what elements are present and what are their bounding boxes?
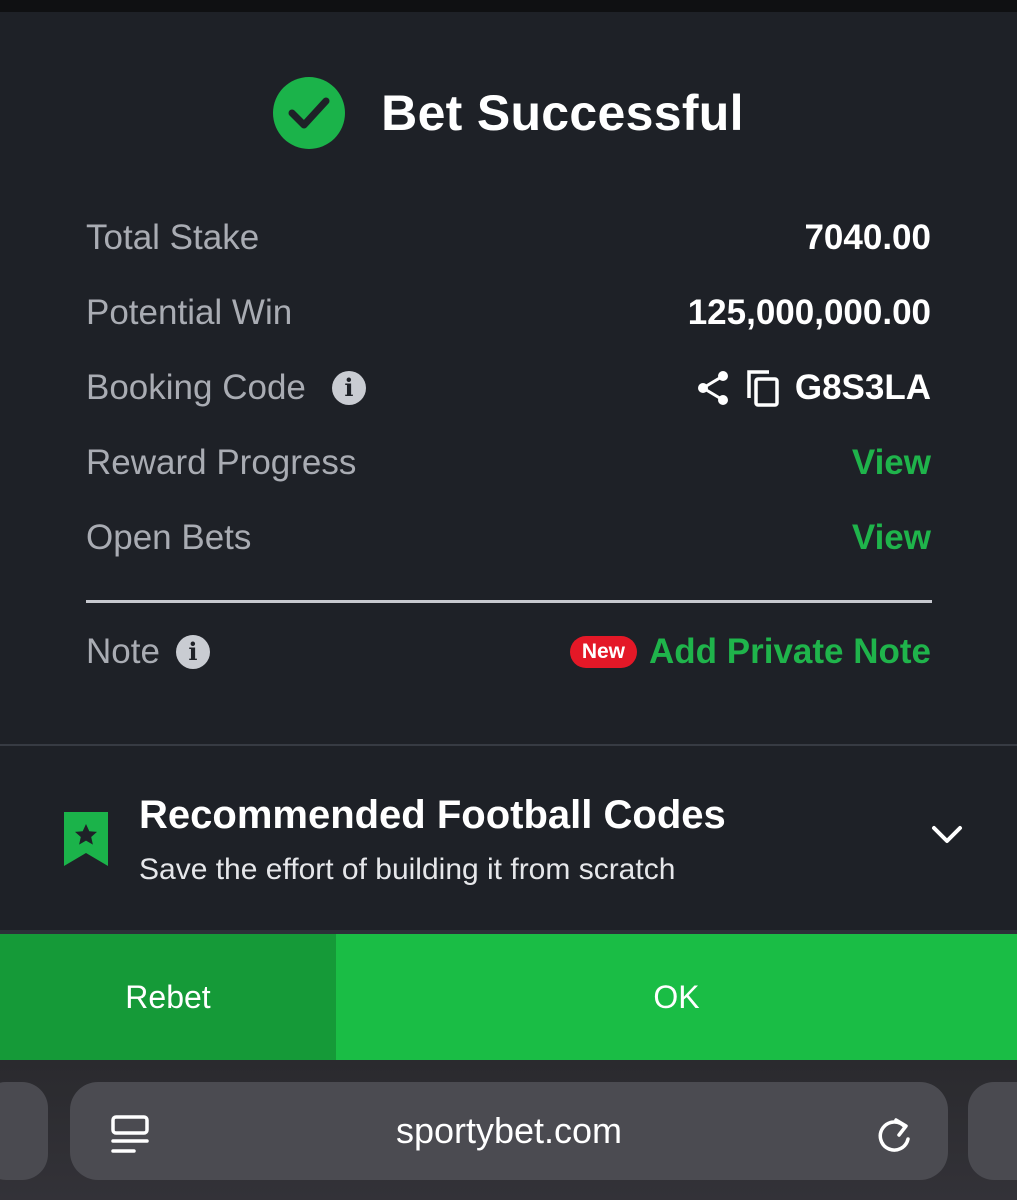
- divider: [86, 600, 932, 603]
- share-icon[interactable]: [695, 369, 731, 407]
- dialog-header: Bet Successful: [0, 77, 1017, 149]
- previous-tab[interactable]: [0, 1082, 48, 1180]
- check-icon: [273, 77, 346, 149]
- recommended-subtitle: Save the effort of building it from scra…: [139, 853, 676, 886]
- new-badge: New: [569, 635, 637, 668]
- booking-code-value-wrap: G8S3LA: [695, 368, 931, 408]
- recommended-title: Recommended Football Codes: [139, 793, 726, 837]
- status-strip: [0, 0, 1017, 12]
- open-bets-view-link[interactable]: View: [852, 518, 931, 558]
- info-icon[interactable]: i: [331, 370, 366, 405]
- copy-icon[interactable]: [745, 368, 781, 408]
- total-stake-row: Total Stake 7040.00: [86, 200, 931, 275]
- next-tab[interactable]: [968, 1082, 1017, 1180]
- reward-progress-label: Reward Progress: [86, 442, 357, 482]
- dialog-title: Bet Successful: [381, 85, 744, 141]
- note-label: Note: [86, 631, 160, 671]
- booking-code-row: Booking Code i G8S3LA: [86, 350, 931, 425]
- total-stake-label: Total Stake: [86, 217, 260, 257]
- reward-progress-view-link[interactable]: View: [852, 443, 931, 483]
- reward-progress-row: Reward Progress View: [86, 425, 931, 500]
- note-info-icon[interactable]: i: [175, 634, 210, 669]
- booking-code-value[interactable]: G8S3LA: [795, 368, 931, 408]
- recommended-codes-panel[interactable]: Recommended Football Codes Save the effo…: [0, 746, 1017, 932]
- ok-button[interactable]: OK: [336, 934, 1017, 1060]
- bookmark-star-icon: [64, 812, 108, 866]
- booking-code-label-wrap: Booking Code i: [86, 368, 366, 408]
- open-bets-label: Open Bets: [86, 517, 252, 557]
- total-stake-value: 7040.00: [804, 217, 931, 257]
- open-bets-row: Open Bets View: [86, 500, 931, 575]
- add-note-wrap: New Add Private Note: [569, 632, 931, 672]
- potential-win-label: Potential Win: [86, 292, 293, 332]
- potential-win-value: 125,000,000.00: [687, 292, 931, 332]
- add-private-note-link[interactable]: Add Private Note: [649, 632, 931, 672]
- potential-win-row: Potential Win 125,000,000.00: [86, 275, 931, 350]
- booking-code-label: Booking Code: [86, 367, 306, 407]
- chevron-down-icon[interactable]: [930, 824, 964, 846]
- address-bar[interactable]: sportybet.com: [70, 1082, 948, 1180]
- reload-icon[interactable]: [874, 1114, 914, 1156]
- note-row: Note i New Add Private Note: [86, 614, 931, 689]
- rebet-button[interactable]: Rebet: [0, 934, 336, 1060]
- browser-bar: sportybet.com: [0, 1060, 1017, 1200]
- url-text[interactable]: sportybet.com: [70, 1082, 948, 1180]
- bet-details: Total Stake 7040.00 Potential Win 125,00…: [86, 200, 931, 575]
- note-label-wrap: Note i: [86, 632, 210, 672]
